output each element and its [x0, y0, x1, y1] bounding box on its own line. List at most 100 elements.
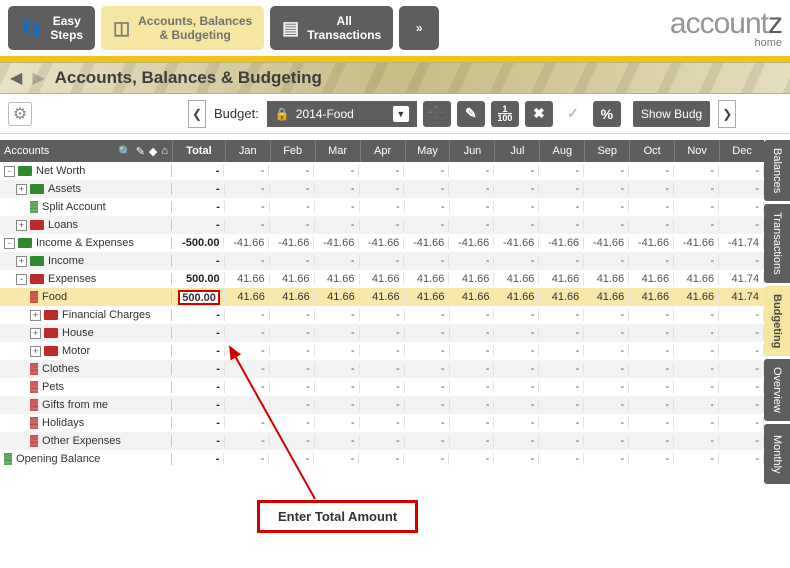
cell-aug[interactable]: - — [539, 201, 584, 213]
cell-total[interactable]: - — [172, 255, 225, 267]
cell-apr[interactable]: - — [360, 345, 405, 357]
cell-oct[interactable]: - — [629, 201, 674, 213]
edit-icon[interactable]: ✎ — [136, 145, 145, 158]
cell-jun[interactable]: - — [450, 363, 495, 375]
cell-nov[interactable]: - — [674, 309, 719, 321]
cell-oct[interactable]: - — [629, 255, 674, 267]
cell-oct[interactable]: - — [629, 435, 674, 447]
cell-mar[interactable]: - — [315, 345, 360, 357]
cell-mar[interactable]: - — [315, 255, 360, 267]
tree-cell[interactable]: ▓Other Expenses — [0, 435, 172, 447]
tree-cell[interactable]: ▓Holidays — [0, 417, 172, 429]
cell-dec[interactable]: - — [719, 453, 764, 465]
tree-cell[interactable]: +House — [0, 327, 172, 339]
cell-aug[interactable]: - — [539, 219, 584, 231]
cell-may[interactable]: - — [405, 435, 450, 447]
side-tab-monthly[interactable]: Monthly — [764, 424, 790, 484]
toggle-button[interactable]: - — [16, 274, 27, 285]
row-motor[interactable]: +Motor------------- — [0, 342, 764, 360]
forward-button[interactable]: ▶ — [32, 68, 44, 88]
cell-aug[interactable]: 41.66 — [539, 273, 584, 285]
cell-feb[interactable]: - — [270, 363, 315, 375]
cell-sep[interactable]: - — [584, 165, 629, 177]
tree-cell[interactable]: -Income & Expenses — [0, 237, 172, 249]
row-opening-balance[interactable]: ▓Opening Balance------------- — [0, 450, 764, 468]
side-tab-transactions[interactable]: Transactions — [764, 204, 790, 283]
cell-jun[interactable]: -41.66 — [449, 237, 494, 249]
cell-may[interactable]: - — [404, 453, 449, 465]
cell-sep[interactable]: 41.66 — [584, 291, 629, 303]
cell-jul[interactable]: - — [494, 399, 539, 411]
cell-dec[interactable]: - — [719, 327, 764, 339]
tree-cell[interactable]: ▓Clothes — [0, 363, 172, 375]
cell-sep[interactable]: - — [584, 327, 629, 339]
cell-apr[interactable]: - — [360, 399, 405, 411]
cell-jan[interactable]: - — [224, 453, 269, 465]
cell-total[interactable]: - — [172, 201, 225, 213]
cell-jan[interactable]: - — [225, 435, 270, 447]
col-dec[interactable]: Dec — [719, 140, 764, 162]
budget-next[interactable]: ❯ — [718, 100, 736, 128]
toggle-button[interactable]: + — [16, 184, 27, 195]
cell-may[interactable]: 41.66 — [405, 291, 450, 303]
cell-apr[interactable]: - — [360, 363, 405, 375]
cell-may[interactable]: - — [405, 381, 450, 393]
cell-dec[interactable]: 41.74 — [719, 273, 764, 285]
cell-sep[interactable]: - — [584, 453, 629, 465]
cell-total[interactable]: - — [172, 327, 225, 339]
cell-aug[interactable]: - — [539, 435, 584, 447]
tree-cell[interactable]: ▓Pets — [0, 381, 172, 393]
cell-apr[interactable]: - — [359, 453, 404, 465]
row-pets[interactable]: ▓Pets------------- — [0, 378, 764, 396]
cell-nov[interactable]: - — [674, 453, 719, 465]
cell-apr[interactable]: 41.66 — [360, 273, 405, 285]
col-jun[interactable]: Jun — [449, 140, 494, 162]
cell-feb[interactable]: - — [269, 453, 314, 465]
cell-nov[interactable]: - — [674, 183, 719, 195]
row-other-expenses[interactable]: ▓Other Expenses------------- — [0, 432, 764, 450]
row-clothes[interactable]: ▓Clothes------------- — [0, 360, 764, 378]
cell-aug[interactable]: - — [539, 183, 584, 195]
tree-cell[interactable]: +Motor — [0, 345, 172, 357]
cell-nov[interactable]: - — [674, 327, 719, 339]
cell-nov[interactable]: - — [674, 363, 719, 375]
cell-apr[interactable]: - — [360, 435, 405, 447]
back-button[interactable]: ◀ — [10, 68, 22, 88]
cell-oct[interactable]: - — [629, 345, 674, 357]
cell-jan[interactable]: - — [224, 165, 269, 177]
cell-mar[interactable]: - — [315, 183, 360, 195]
cell-jan[interactable]: - — [225, 255, 270, 267]
cell-dec[interactable]: - — [719, 183, 764, 195]
cell-may[interactable]: - — [405, 345, 450, 357]
cell-oct[interactable]: - — [629, 183, 674, 195]
delete-budget-button[interactable]: ✖ — [525, 101, 553, 127]
cell-total[interactable]: 500.00 — [172, 273, 225, 285]
cell-jun[interactable]: - — [450, 327, 495, 339]
cell-oct[interactable]: 41.66 — [629, 291, 674, 303]
cell-jun[interactable]: - — [449, 219, 494, 231]
cell-mar[interactable]: - — [314, 453, 359, 465]
row-holidays[interactable]: ▓Holidays------------- — [0, 414, 764, 432]
cell-oct[interactable]: - — [629, 417, 674, 429]
cell-aug[interactable]: -41.66 — [539, 237, 584, 249]
percent-button[interactable]: % — [593, 101, 621, 127]
cell-dec[interactable]: - — [719, 345, 764, 357]
cell-total[interactable]: - — [172, 417, 225, 429]
cell-jul[interactable]: - — [494, 345, 539, 357]
cell-aug[interactable]: - — [539, 381, 584, 393]
cell-aug[interactable]: - — [539, 417, 584, 429]
toggle-button[interactable]: + — [16, 220, 27, 231]
cell-apr[interactable]: - — [360, 201, 405, 213]
cell-nov[interactable]: - — [674, 201, 719, 213]
cell-jun[interactable]: - — [450, 309, 495, 321]
cell-feb[interactable]: - — [269, 165, 314, 177]
cell-feb[interactable]: - — [270, 255, 315, 267]
cell-aug[interactable]: - — [539, 345, 584, 357]
fraction-button[interactable]: 1 100 — [491, 101, 519, 127]
cell-may[interactable]: -41.66 — [404, 237, 449, 249]
row-loans[interactable]: +Loans------------- — [0, 216, 764, 234]
row-assets[interactable]: +Assets------------- — [0, 180, 764, 198]
cell-nov[interactable]: - — [674, 255, 719, 267]
tree-cell[interactable]: -Expenses — [0, 273, 172, 285]
tree-cell[interactable]: -Net Worth — [0, 165, 172, 177]
